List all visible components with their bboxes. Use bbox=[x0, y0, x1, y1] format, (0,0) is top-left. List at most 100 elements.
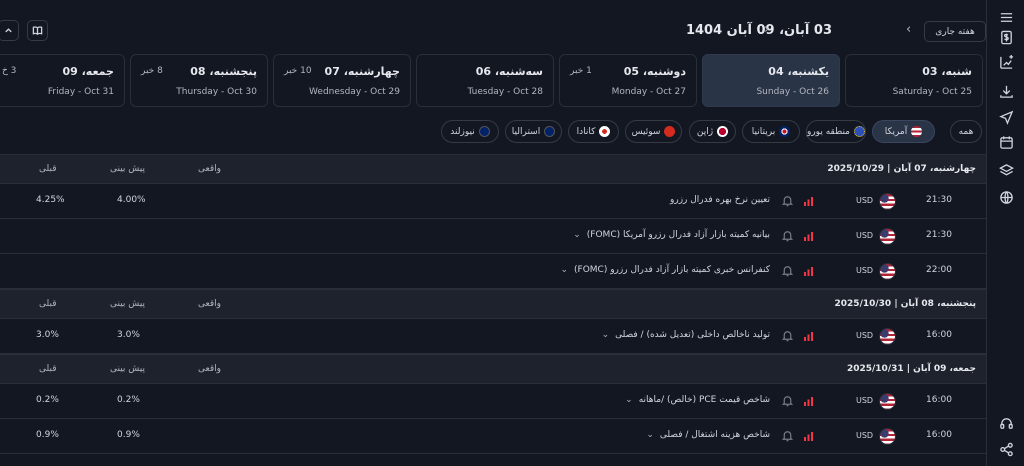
day-name: سه‌شنبه، 06 bbox=[475, 65, 543, 78]
event-time: 16:00 bbox=[926, 395, 952, 405]
section-date: پنجشنبه، 08 آبان | 2025/10/30 bbox=[834, 299, 976, 309]
collapse-button[interactable] bbox=[0, 20, 19, 41]
chevron-down-icon: ⌄ bbox=[625, 395, 633, 405]
filter-australia[interactable]: استرالیا bbox=[505, 120, 562, 143]
event-title[interactable]: بیانیه کمیته بازار آزاد فدرال رزرو آمریک… bbox=[573, 230, 770, 240]
send-icon[interactable] bbox=[997, 108, 1015, 126]
day-name: چهارشنبه، 07 bbox=[324, 65, 400, 78]
add-chart-icon[interactable] bbox=[997, 53, 1015, 71]
filter-eurozone[interactable]: منطقه یورو bbox=[806, 120, 866, 143]
prev-week-chevron-icon[interactable]: ‹ bbox=[906, 22, 911, 37]
globe-icon[interactable] bbox=[997, 188, 1015, 206]
menu-icon[interactable] bbox=[997, 8, 1015, 26]
day-card-sunday[interactable]: یکشنبه، 04 Sunday - Oct 26 bbox=[702, 54, 840, 107]
current-week-button[interactable]: هفته جاری bbox=[924, 21, 986, 42]
event-previous: 3.0% bbox=[36, 330, 59, 340]
day-date: Wednesday - Oct 29 bbox=[309, 87, 400, 97]
chevron-up-icon bbox=[5, 28, 12, 33]
event-currency: USD bbox=[856, 396, 874, 405]
filter-new-zealand[interactable]: نیوزلند bbox=[441, 120, 499, 143]
importance-high-icon bbox=[804, 332, 813, 341]
table-row[interactable]: 22:00 USD کنفرانس خبری کمیته بازار آزاد … bbox=[0, 254, 986, 289]
day-card-monday[interactable]: دوشنبه، 05 1 خبر Monday - Oct 27 bbox=[559, 54, 697, 107]
day-card-wednesday[interactable]: چهارشنبه، 07 10 خبر Wednesday - Oct 29 bbox=[273, 54, 411, 107]
bell-icon[interactable] bbox=[781, 194, 794, 207]
day-card-friday[interactable]: جمعه، 09 3 خ Friday - Oct 31 bbox=[0, 54, 125, 107]
event-time: 21:30 bbox=[926, 230, 952, 240]
layers-icon[interactable] bbox=[997, 161, 1015, 179]
japan-flag-icon bbox=[717, 126, 729, 137]
event-name: کنفرانس خبری کمیته بازار آزاد فدرال رزرو… bbox=[574, 265, 770, 275]
importance-high-icon bbox=[804, 267, 813, 276]
section-date: جمعه، 09 آبان | 2025/10/31 bbox=[846, 364, 976, 374]
bell-icon[interactable] bbox=[781, 429, 794, 442]
filter-usa[interactable]: آمریکا bbox=[872, 120, 935, 143]
filter-label: همه bbox=[958, 126, 974, 137]
day-news-count: 1 خبر bbox=[570, 66, 592, 76]
bell-icon[interactable] bbox=[781, 394, 794, 407]
filter-japan[interactable]: ژاپن bbox=[689, 120, 736, 143]
table-row[interactable]: 16:00 USD شاخص قیمت PCE (خالص) /ماهانه ⌄ … bbox=[0, 384, 986, 419]
bell-icon[interactable] bbox=[781, 229, 794, 242]
day-card-saturday[interactable]: شنبه، 03 Saturday - Oct 25 bbox=[845, 54, 983, 107]
event-forecast: 3.0% bbox=[117, 330, 140, 340]
swiss-flag-icon bbox=[664, 126, 676, 137]
canada-flag-icon bbox=[599, 126, 611, 137]
australia-flag-icon bbox=[544, 126, 556, 137]
table-row[interactable]: 21:30 USD تعیین نرخ بهره فدرال رزرو 4.00… bbox=[0, 184, 986, 219]
day-name: دوشنبه، 05 bbox=[623, 65, 686, 78]
table-row[interactable]: 21:30 USD بیانیه کمیته بازار آزاد فدرال … bbox=[0, 219, 986, 254]
event-time: 21:30 bbox=[926, 195, 952, 205]
day-date: Friday - Oct 31 bbox=[47, 87, 114, 97]
event-name: شاخص هزینه اشتغال / فصلی bbox=[659, 430, 770, 440]
event-time: 16:00 bbox=[926, 430, 952, 440]
next-week-chevron-icon[interactable]: › bbox=[764, 22, 769, 37]
day-news-count: 8 خبر bbox=[141, 66, 163, 76]
col-previous: قبلی bbox=[39, 364, 57, 374]
event-title[interactable]: تعیین نرخ بهره فدرال رزرو bbox=[664, 195, 770, 205]
filter-canada[interactable]: کانادا bbox=[568, 120, 619, 143]
event-name: بیانیه کمیته بازار آزاد فدرال رزرو آمریک… bbox=[586, 230, 770, 240]
day-card-tuesday[interactable]: سه‌شنبه، 06 Tuesday - Oct 28 bbox=[416, 54, 554, 107]
day-name: پنجشنبه، 08 bbox=[190, 65, 257, 78]
day-date: Tuesday - Oct 28 bbox=[467, 87, 543, 97]
book-button[interactable] bbox=[27, 20, 48, 41]
filter-label: منطقه یورو bbox=[806, 126, 850, 137]
filter-uk[interactable]: بریتانیا bbox=[742, 120, 800, 143]
col-forecast: پیش بینی bbox=[110, 164, 145, 174]
event-forecast: 0.2% bbox=[117, 395, 140, 405]
event-title[interactable]: تولید ناخالص داخلی (تعدیل شده) / فصلی ⌄ bbox=[602, 330, 770, 340]
col-forecast: پیش بینی bbox=[110, 364, 145, 374]
share-icon[interactable] bbox=[997, 440, 1015, 458]
usd-flag-icon bbox=[879, 428, 896, 445]
uk-flag-icon bbox=[779, 126, 791, 137]
day-name: یکشنبه، 04 bbox=[768, 65, 829, 78]
week-range-title: 03 آبان، 09 آبان 1404 bbox=[685, 23, 832, 38]
filter-all[interactable]: همه bbox=[950, 120, 982, 143]
dollar-icon[interactable] bbox=[997, 28, 1015, 46]
col-previous: قبلی bbox=[39, 299, 57, 309]
calendar-icon[interactable] bbox=[997, 133, 1015, 151]
bell-icon[interactable] bbox=[781, 264, 794, 277]
event-currency: USD bbox=[856, 231, 874, 240]
table-row[interactable]: 16:00 USD تولید ناخالص داخلی (تعدیل شده)… bbox=[0, 319, 986, 354]
event-title[interactable]: شاخص هزینه اشتغال / فصلی ⌄ bbox=[646, 430, 770, 440]
event-title[interactable]: شاخص قیمت PCE (خالص) /ماهانه ⌄ bbox=[625, 395, 770, 405]
event-forecast: 0.9% bbox=[117, 430, 140, 440]
nz-flag-icon bbox=[478, 126, 490, 137]
event-title[interactable]: کنفرانس خبری کمیته بازار آزاد فدرال رزرو… bbox=[560, 265, 770, 275]
table-row[interactable]: 16:00 USD شاخص هزینه اشتغال / فصلی ⌄ 0.9%… bbox=[0, 419, 986, 454]
day-card-thursday[interactable]: پنجشنبه، 08 8 خبر Thursday - Oct 30 bbox=[130, 54, 268, 107]
chevron-down-icon: ⌄ bbox=[573, 230, 581, 240]
col-actual: واقعی bbox=[198, 164, 221, 174]
filter-switzerland[interactable]: سوئیس bbox=[625, 120, 682, 143]
bell-icon[interactable] bbox=[781, 329, 794, 342]
filter-label: آمریکا bbox=[884, 126, 908, 137]
event-name: تولید ناخالص داخلی (تعدیل شده) / فصلی bbox=[615, 330, 770, 340]
event-previous: 4.25% bbox=[36, 195, 65, 205]
headset-icon[interactable] bbox=[997, 414, 1015, 432]
download-icon[interactable] bbox=[997, 82, 1015, 100]
book-icon bbox=[32, 26, 43, 35]
day-name: جمعه، 09 bbox=[62, 65, 114, 78]
date-section-header: پنجشنبه، 08 آبان | 2025/10/30 واقعی پیش … bbox=[0, 289, 986, 319]
